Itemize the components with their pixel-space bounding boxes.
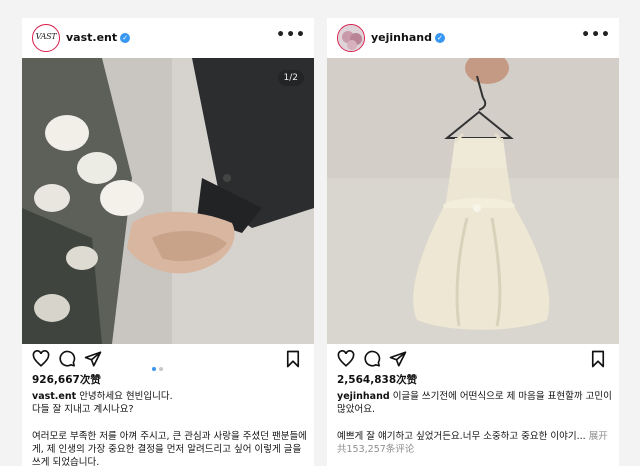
- carousel-dot: [159, 367, 163, 371]
- caption-line: 이글을 쓰기전에 어떤식으로 제 마음을 표현할까 고민이: [392, 391, 612, 402]
- username[interactable]: vast.ent ✓: [66, 31, 131, 44]
- comment-icon[interactable]: [363, 350, 381, 368]
- heart-icon[interactable]: [337, 350, 355, 368]
- post-image[interactable]: 1/2: [22, 58, 314, 344]
- image-counter: 1/2: [277, 70, 304, 86]
- username[interactable]: yejinhand ✓: [371, 31, 445, 44]
- post-header: yejinhand ✓ •••: [327, 18, 619, 58]
- view-comments-link[interactable]: 共153,257条评论: [337, 443, 613, 456]
- bookmark-icon[interactable]: [589, 350, 607, 368]
- post-image[interactable]: [327, 58, 619, 344]
- carousel-dots: [152, 356, 166, 375]
- share-icon[interactable]: [84, 350, 102, 368]
- heart-icon[interactable]: [32, 350, 50, 368]
- more-icon[interactable]: •••: [276, 27, 306, 43]
- caption-line: 다들 잘 지내고 계시나요?: [32, 404, 134, 415]
- action-bar: [22, 344, 314, 372]
- hands-photo: [22, 58, 314, 344]
- dress-photo: [327, 58, 619, 344]
- caption-body-line: 여러모로 부족한 저를 아껴 주시고, 큰 관심과 사랑을 주셨던 팬분들에: [32, 431, 307, 442]
- share-icon[interactable]: [389, 350, 407, 368]
- avatar[interactable]: [337, 24, 365, 52]
- post-yejinhand: yejinhand ✓ ••• 2,564,838次赞 yejinhand 이글을…: [327, 18, 619, 466]
- caption-username[interactable]: yejinhand: [337, 391, 390, 402]
- caption-body-line: 게, 제 인생의 가장 중요한 결정을 먼저 알려드리고 싶어 이렇게 글을: [32, 444, 302, 455]
- avatar[interactable]: VAST: [32, 24, 60, 52]
- caption-username[interactable]: vast.ent: [32, 391, 76, 402]
- avatar-image: [338, 25, 364, 51]
- caption-line: 많았어요.: [337, 404, 375, 415]
- vast-logo: VAST: [35, 32, 57, 41]
- username-text[interactable]: yejinhand: [371, 31, 432, 44]
- caption: yejinhand 이글을 쓰기전에 어떤식으로 제 마음을 표현할까 고민이 …: [337, 390, 613, 416]
- caption-body: 예쁘게 잘 얘기하고 싶었거든요.너무 소중하고 중요한 이야기... 展开 共…: [337, 430, 613, 456]
- caption-body: 여러모로 부족한 저를 아껴 주시고, 큰 관심과 사랑을 주셨던 팬분들에 게…: [32, 430, 308, 466]
- post-vast-ent: VAST vast.ent ✓ ••• 1/2 926,667次赞 vast.e…: [22, 18, 314, 466]
- post-header: VAST vast.ent ✓ •••: [22, 18, 314, 58]
- caption-body-line: 예쁘게 잘 얘기하고 싶었거든요.너무 소중하고 중요한 이야기...: [337, 431, 586, 442]
- action-bar: [327, 344, 619, 372]
- caption: vast.ent 안녕하세요 현빈입니다. 다들 잘 지내고 계시나요?: [32, 390, 308, 416]
- expand-link[interactable]: 展开: [589, 431, 608, 442]
- bookmark-icon[interactable]: [284, 350, 302, 368]
- username-text[interactable]: vast.ent: [66, 31, 117, 44]
- comment-icon[interactable]: [58, 350, 76, 368]
- carousel-dot-active: [152, 367, 156, 371]
- verified-icon: ✓: [120, 33, 131, 43]
- likes-count[interactable]: 926,667次赞: [32, 374, 308, 387]
- likes-count[interactable]: 2,564,838次赞: [337, 374, 613, 387]
- more-icon[interactable]: •••: [581, 27, 611, 43]
- caption-body-line: 쓰게 되었습니다.: [32, 457, 100, 466]
- caption-line: 안녕하세요 현빈입니다.: [79, 391, 173, 402]
- verified-icon: ✓: [434, 33, 445, 43]
